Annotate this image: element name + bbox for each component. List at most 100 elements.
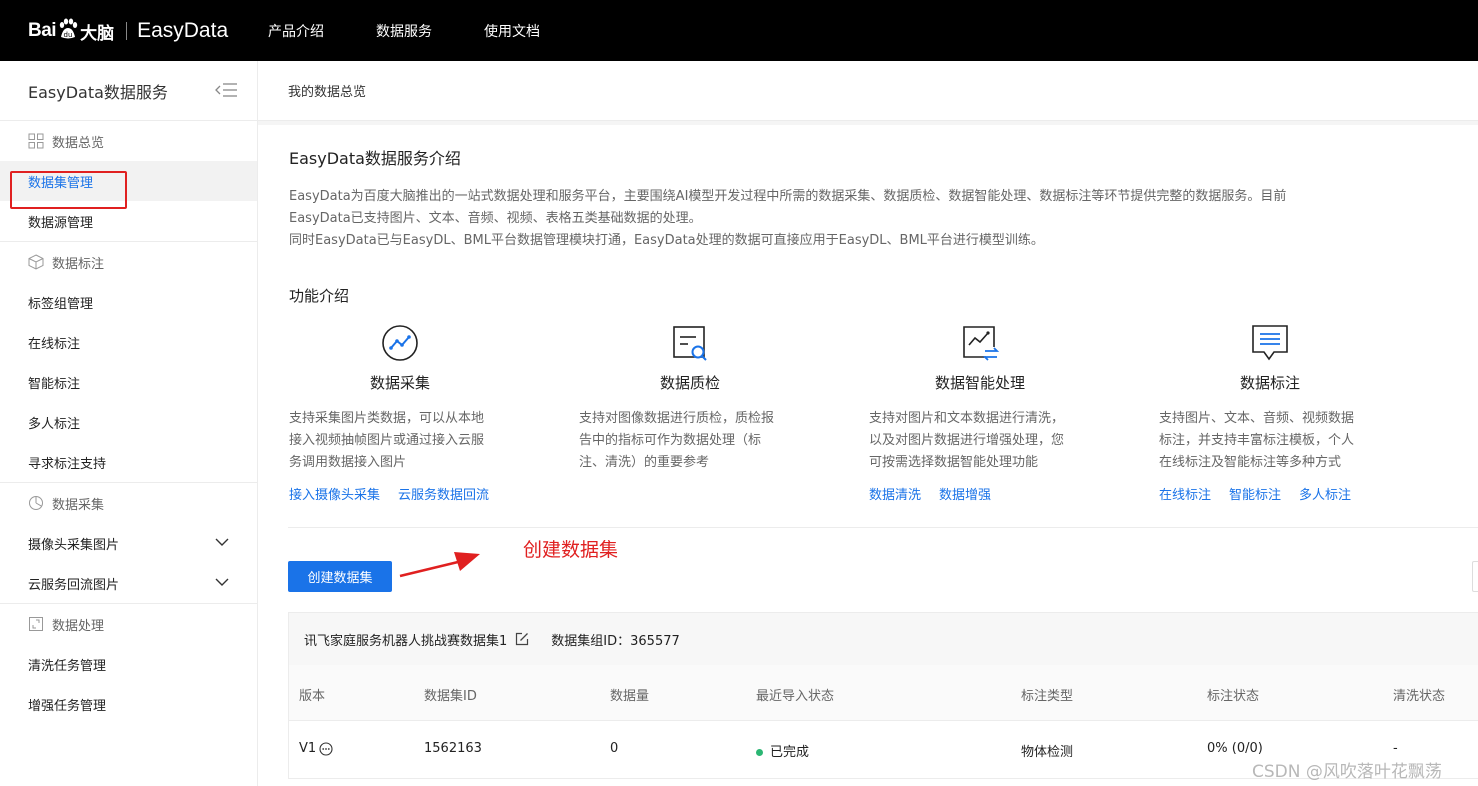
feature-line: 务调用数据接入图片 [289, 455, 407, 470]
grid-icon [28, 133, 44, 149]
annotation-arrow-icon [399, 552, 480, 578]
edit-icon[interactable] [515, 632, 529, 646]
feature-links: 在线标注 智能标注 多人标注 [1159, 484, 1399, 503]
feature-line: 标注，并支持丰富标注模板，个人 [1159, 433, 1355, 448]
link-camera-collection[interactable]: 接入摄像头采集 [289, 488, 380, 503]
feature-line: 告中的指标可作为数据处理（标 [579, 433, 762, 448]
annotate-icon [1252, 325, 1288, 361]
feature-name: 数据质检 [659, 374, 720, 392]
sidebar-group-label: 数据总览 [52, 135, 105, 151]
feature-links: 数据清洗 数据增强 [869, 484, 1109, 503]
sidebar-item-online-annotation[interactable]: 在线标注 [0, 322, 257, 362]
sidebar-item-label: 云服务回流图片 [28, 577, 120, 593]
features-title: 功能介绍 [289, 287, 350, 305]
sidebar-group-overview: 数据总览 [0, 121, 257, 161]
sidebar-item-label: 增强任务管理 [28, 698, 107, 714]
logo-product-text: EasyData [137, 19, 229, 42]
process-icon [29, 617, 43, 631]
feature-line: 支持对图像数据进行质检，质检报 [579, 411, 775, 426]
sidebar-item-label-groups[interactable]: 标签组管理 [0, 282, 257, 322]
feature-card-inspection: 数据质检 支持对图像数据进行质检，质检报 告中的指标可作为数据处理（标 注、清洗… [579, 323, 819, 474]
feature-card-smart-processing: 数据智能处理 支持对图片和文本数据进行清洗， 以及对图片数据进行增强处理，您 可… [869, 323, 1109, 503]
sidebar-group-collection: 数据采集 [0, 483, 257, 523]
sidebar-group-label: 数据标注 [52, 256, 105, 272]
feature-card-annotation: 数据标注 支持图片、文本、音频、视频数据 标注，并支持丰富标注模板，个人 在线标… [1159, 323, 1399, 503]
cube-icon [28, 254, 44, 270]
breadcrumb: 我的数据总览 [258, 61, 1478, 121]
version-label: V1 [299, 741, 317, 756]
main-content: 我的数据总览 EasyData数据服务介绍 EasyData为百度大脑推出的一站… [258, 61, 1478, 786]
import-status-cell: 已完成 [756, 741, 809, 760]
column-header: 最近导入状态 [756, 689, 835, 704]
sidebar-item-cleaning-tasks[interactable]: 清洗任务管理 [0, 644, 257, 684]
feature-line: 以及对图片数据进行增强处理，您 [869, 433, 1065, 448]
sidebar-item-camera-collection[interactable]: 摄像头采集图片 [0, 523, 257, 563]
sidebar-item-annotation-support[interactable]: 寻求标注支持 [0, 442, 257, 482]
version-cell: V1 [299, 741, 333, 756]
collapse-menu-icon[interactable] [215, 81, 237, 99]
feature-description: 支持对图像数据进行质检，质检报 告中的指标可作为数据处理（标 注、清洗）的重要参… [579, 408, 799, 474]
feature-line: 支持图片、文本、音频、视频数据 [1159, 411, 1355, 426]
chevron-down-icon[interactable] [215, 577, 229, 587]
more-options-icon[interactable] [319, 741, 333, 756]
link-online-annotation[interactable]: 在线标注 [1159, 488, 1211, 503]
intro-title: EasyData数据服务介绍 [289, 149, 461, 168]
label-status-cell: 0% (0/0) [1207, 741, 1263, 756]
link-data-augmentation[interactable]: 数据增强 [939, 488, 991, 503]
table-header: 版本 数据集ID 数据量 最近导入状态 标注类型 标注状态 清洗状态 [289, 665, 1478, 721]
svg-text:du: du [64, 31, 73, 39]
paw-icon: du [59, 18, 78, 39]
dataset-header: 讯飞家庭服务机器人挑战赛数据集1 数据集组ID：365577 [289, 613, 1478, 665]
column-header: 标注状态 [1207, 689, 1260, 704]
feature-line: 在线标注及智能标注等多种方式 [1159, 455, 1342, 470]
nav-data-service[interactable]: 数据服务 [376, 21, 432, 41]
sidebar-item-cloud-backflow[interactable]: 云服务回流图片 [0, 563, 257, 603]
sidebar-group-annotation: 数据标注 [0, 242, 257, 282]
pie-icon [29, 496, 43, 510]
intro-line: EasyData为百度大脑推出的一站式数据处理和服务平台，主要围绕AI模型开发过… [289, 189, 1287, 204]
dataset-id-cell: 1562163 [424, 741, 482, 756]
dataset-name: 讯飞家庭服务机器人挑战赛数据集1 [304, 633, 508, 649]
feature-description: 支持采集图片类数据，可以从本地 接入视频抽帧图片或通过接入云服 务调用数据接入图… [289, 408, 509, 474]
data-count-cell: 0 [610, 741, 619, 756]
nav-product-intro[interactable]: 产品介绍 [268, 21, 324, 41]
section-divider [288, 527, 1478, 528]
baidu-easydata-logo[interactable]: Bai du 大脑 EasyData [28, 16, 228, 46]
feature-name: 数据智能处理 [934, 374, 1025, 392]
link-data-cleaning[interactable]: 数据清洗 [869, 488, 921, 503]
chevron-down-icon[interactable] [215, 537, 229, 547]
link-multi-annotation[interactable]: 多人标注 [1299, 488, 1351, 503]
feature-description: 支持图片、文本、音频、视频数据 标注，并支持丰富标注模板，个人 在线标注及智能标… [1159, 408, 1379, 474]
header-shadow [258, 121, 1478, 125]
feature-line: 注、清洗）的重要参考 [579, 455, 710, 470]
watermark: CSDN @风吹落叶花飘荡 [1252, 762, 1442, 782]
sidebar-item-label: 寻求标注支持 [28, 456, 107, 472]
logo-divider [126, 22, 128, 40]
top-nav: 产品介绍 数据服务 使用文档 [268, 0, 592, 61]
link-cloud-backflow[interactable]: 云服务数据回流 [398, 488, 489, 503]
sidebar-item-label: 标签组管理 [28, 296, 94, 312]
sidebar-item-smart-annotation[interactable]: 智能标注 [0, 362, 257, 402]
collect-icon [382, 325, 418, 361]
annotation-label: 创建数据集 [523, 539, 619, 561]
sidebar: EasyData数据服务 数据总览 数据集管理 数据源管理 数据标注 标签组管理… [0, 61, 258, 786]
toolbar-control[interactable] [1472, 561, 1478, 592]
feature-card-collection: 数据采集 支持采集图片类数据，可以从本地 接入视频抽帧图片或通过接入云服 务调用… [289, 323, 529, 503]
highlight-box [10, 171, 127, 209]
sidebar-item-label: 多人标注 [28, 416, 81, 432]
link-smart-annotation[interactable]: 智能标注 [1229, 488, 1281, 503]
inspect-icon [673, 326, 707, 361]
process-smart-icon [963, 326, 1000, 361]
feature-links: 接入摄像头采集 云服务数据回流 [289, 484, 529, 503]
create-dataset-button[interactable]: 创建数据集 [288, 561, 392, 592]
sidebar-item-multi-annotation[interactable]: 多人标注 [0, 402, 257, 442]
sidebar-item-label: 清洗任务管理 [28, 658, 107, 674]
breadcrumb-current: 我的数据总览 [288, 85, 367, 100]
logo-danao-text: 大脑 [80, 23, 115, 44]
nav-docs[interactable]: 使用文档 [484, 21, 540, 41]
column-header: 清洗状态 [1393, 689, 1446, 704]
sidebar-title: EasyData数据服务 [28, 82, 168, 102]
column-header: 数据集ID [424, 689, 477, 704]
sidebar-item-augment-tasks[interactable]: 增强任务管理 [0, 684, 257, 724]
sidebar-group-label: 数据处理 [52, 618, 105, 634]
